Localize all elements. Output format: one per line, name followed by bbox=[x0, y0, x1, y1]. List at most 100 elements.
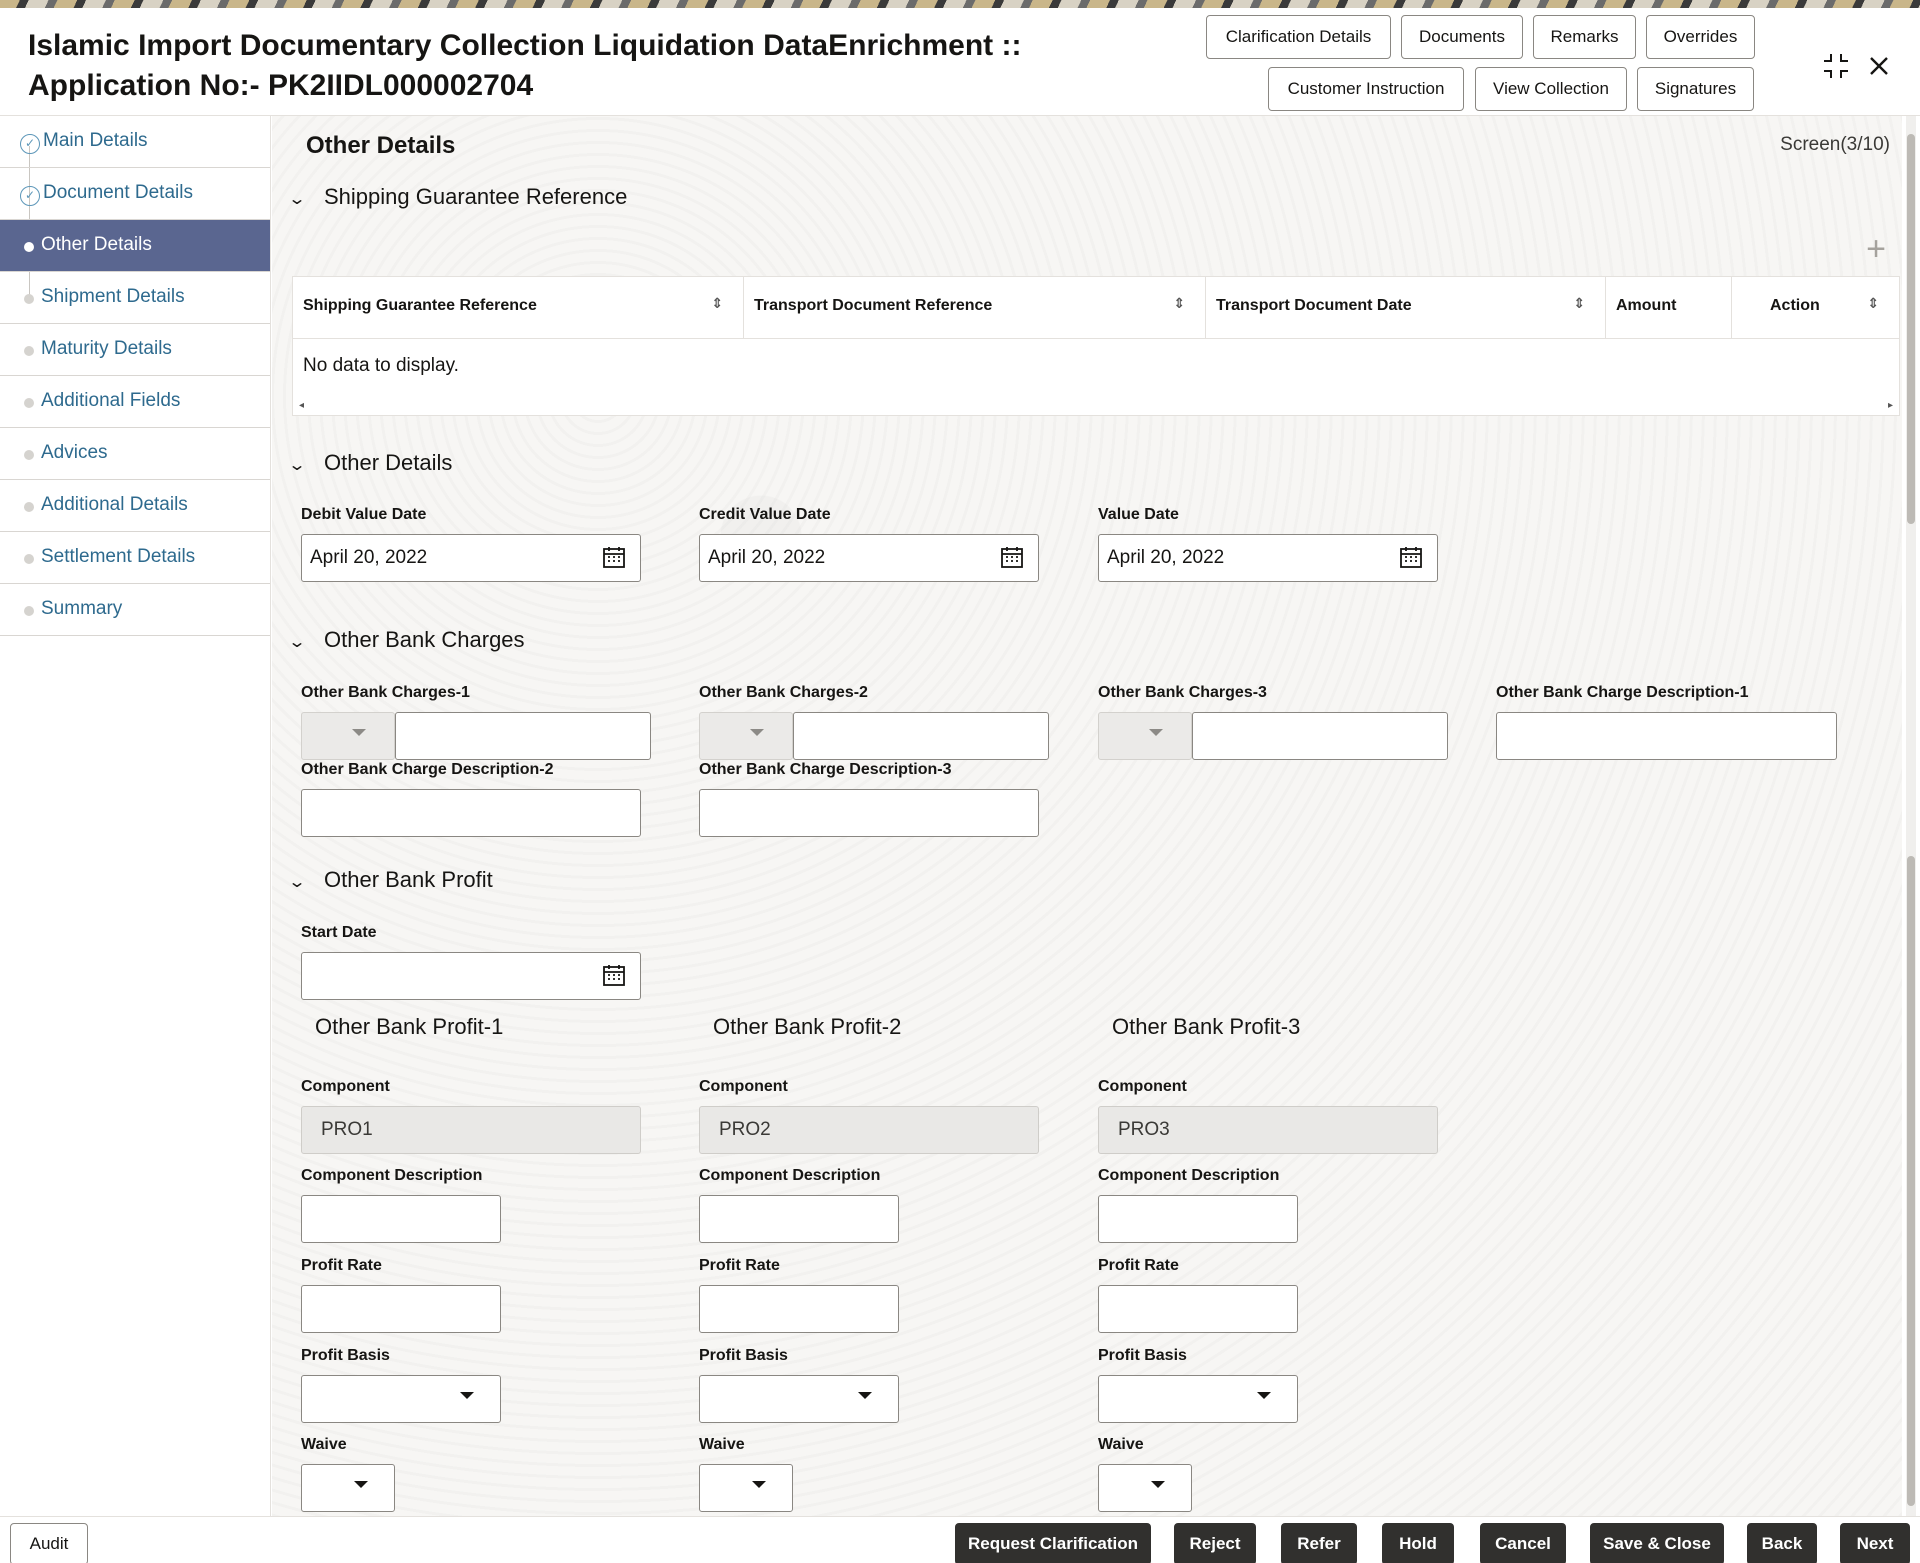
sidebar-item-label: Main Details bbox=[43, 130, 148, 151]
request-clarification-button[interactable]: Request Clarification bbox=[955, 1523, 1151, 1563]
other-bank-charges-1-input[interactable] bbox=[395, 712, 651, 760]
section-title: Other Details bbox=[324, 450, 453, 475]
component-2-field: PRO2 bbox=[699, 1106, 1039, 1154]
profit-basis-1-select[interactable] bbox=[301, 1375, 501, 1423]
cancel-button[interactable]: Cancel bbox=[1480, 1523, 1566, 1563]
other-bank-charges-2-input[interactable] bbox=[793, 712, 1049, 760]
column-header-action[interactable]: Action ⇕ bbox=[1732, 277, 1899, 339]
overrides-button[interactable]: Overrides bbox=[1646, 15, 1755, 59]
sidebar-item-advices[interactable]: Advices bbox=[0, 428, 270, 480]
sidebar-item-shipment-details[interactable]: Shipment Details bbox=[0, 272, 270, 324]
calendar-icon[interactable] bbox=[602, 963, 626, 987]
documents-button[interactable]: Documents bbox=[1401, 15, 1523, 59]
component-1-field: PRO1 bbox=[301, 1106, 641, 1154]
profit-basis-1-label: Profit Basis bbox=[301, 1347, 390, 1364]
back-button[interactable]: Back bbox=[1747, 1523, 1817, 1563]
sidebar-item-label: Shipment Details bbox=[41, 286, 185, 307]
vertical-scrollbar[interactable] bbox=[1906, 116, 1916, 1516]
waive-2-select[interactable] bbox=[699, 1464, 793, 1512]
customer-instruction-button[interactable]: Customer Instruction bbox=[1268, 67, 1464, 111]
scroll-left-icon[interactable]: ◂ bbox=[299, 400, 304, 411]
calendar-icon[interactable] bbox=[1000, 545, 1024, 569]
profit-rate-2-label: Profit Rate bbox=[699, 1257, 780, 1274]
signatures-button[interactable]: Signatures bbox=[1637, 67, 1754, 111]
sort-icon[interactable]: ⇕ bbox=[1173, 295, 1185, 312]
sidebar-item-other-details[interactable]: Other Details bbox=[0, 220, 270, 272]
chevron-down-icon bbox=[1257, 1392, 1271, 1399]
sort-icon[interactable]: ⇕ bbox=[711, 295, 723, 312]
sidebar-item-additional-details[interactable]: Additional Details bbox=[0, 480, 270, 532]
other-bank-charges-2-label: Other Bank Charges-2 bbox=[699, 684, 868, 701]
value-date-field[interactable]: April 20, 2022 bbox=[1098, 534, 1438, 582]
column-header-transport-document-reference[interactable]: Transport Document Reference ⇕ bbox=[744, 277, 1206, 339]
section-toggle-other-bank-charges[interactable]: ⌄ Other Bank Charges bbox=[288, 627, 525, 653]
next-button[interactable]: Next bbox=[1840, 1523, 1910, 1563]
waive-1-select[interactable] bbox=[301, 1464, 395, 1512]
chevron-down-icon: ⌄ bbox=[287, 634, 307, 651]
charge-description-3-input[interactable] bbox=[699, 789, 1039, 837]
other-bank-charges-3-input[interactable] bbox=[1192, 712, 1448, 760]
sidebar-item-summary[interactable]: Summary bbox=[0, 584, 270, 636]
sidebar-item-maturity-details[interactable]: Maturity Details bbox=[0, 324, 270, 376]
view-collection-button[interactable]: View Collection bbox=[1475, 67, 1627, 111]
component-description-2-input[interactable] bbox=[699, 1195, 899, 1243]
charge-description-2-input[interactable] bbox=[301, 789, 641, 837]
calendar-icon[interactable] bbox=[1399, 545, 1423, 569]
sidebar-item-label: Settlement Details bbox=[41, 546, 196, 567]
sidebar-item-main-details[interactable]: ✓ Main Details bbox=[0, 116, 270, 168]
sort-icon[interactable]: ⇕ bbox=[1867, 295, 1879, 312]
chevron-down-icon: ⌄ bbox=[287, 191, 307, 208]
sidebar-item-document-details[interactable]: ✓ Document Details bbox=[0, 168, 270, 220]
component-description-3-input[interactable] bbox=[1098, 1195, 1298, 1243]
refer-button[interactable]: Refer bbox=[1281, 1523, 1357, 1563]
section-title: Other Bank Charges bbox=[324, 627, 525, 652]
audit-button[interactable]: Audit bbox=[10, 1523, 88, 1563]
charge-description-1-input[interactable] bbox=[1496, 712, 1837, 760]
add-row-icon[interactable]: + bbox=[1858, 232, 1894, 268]
calendar-icon[interactable] bbox=[602, 545, 626, 569]
close-icon[interactable] bbox=[1863, 50, 1895, 82]
sidebar-item-settlement-details[interactable]: Settlement Details bbox=[0, 532, 270, 584]
section-toggle-other-bank-profit[interactable]: ⌄ Other Bank Profit bbox=[288, 867, 493, 893]
column-header-transport-document-date[interactable]: Transport Document Date ⇕ bbox=[1206, 277, 1606, 339]
hold-button[interactable]: Hold bbox=[1382, 1523, 1454, 1563]
section-toggle-other-details[interactable]: ⌄ Other Details bbox=[288, 450, 453, 476]
profit-rate-2-input[interactable] bbox=[699, 1285, 899, 1333]
debit-value-date-field[interactable]: April 20, 2022 bbox=[301, 534, 641, 582]
column-header-amount[interactable]: Amount bbox=[1606, 277, 1732, 339]
save-and-close-button[interactable]: Save & Close bbox=[1590, 1523, 1724, 1563]
chevron-down-icon bbox=[1151, 1481, 1165, 1488]
sort-icon[interactable]: ⇕ bbox=[1573, 295, 1585, 312]
sidebar-item-additional-fields[interactable]: Additional Fields bbox=[0, 376, 270, 428]
debit-value-date-label: Debit Value Date bbox=[301, 506, 427, 523]
field-value: April 20, 2022 bbox=[1107, 547, 1225, 568]
section-toggle-shipping-guarantee[interactable]: ⌄ Shipping Guarantee Reference bbox=[288, 184, 628, 210]
profit-basis-3-select[interactable] bbox=[1098, 1375, 1298, 1423]
component-1-label: Component bbox=[301, 1078, 390, 1095]
waive-3-select[interactable] bbox=[1098, 1464, 1192, 1512]
chevron-down-icon bbox=[352, 729, 366, 736]
scrollbar-thumb[interactable] bbox=[1907, 134, 1915, 524]
column-header-shipping-guarantee-reference[interactable]: Shipping Guarantee Reference ⇕ bbox=[293, 277, 744, 339]
status-dot-icon bbox=[24, 502, 34, 512]
profit-rate-3-input[interactable] bbox=[1098, 1285, 1298, 1333]
reject-button[interactable]: Reject bbox=[1174, 1523, 1256, 1563]
chevron-down-icon: ⌄ bbox=[287, 457, 307, 474]
title-line-2: Application No:- PK2IIDL000002704 bbox=[28, 69, 534, 102]
profit-basis-2-select[interactable] bbox=[699, 1375, 899, 1423]
profit-rate-1-input[interactable] bbox=[301, 1285, 501, 1333]
collapse-icon[interactable] bbox=[1820, 50, 1852, 82]
clarification-details-button[interactable]: Clarification Details bbox=[1206, 15, 1391, 59]
column-label: Action bbox=[1770, 297, 1820, 314]
credit-value-date-field[interactable]: April 20, 2022 bbox=[699, 534, 1039, 582]
remarks-button[interactable]: Remarks bbox=[1533, 15, 1636, 59]
component-description-1-input[interactable] bbox=[301, 1195, 501, 1243]
status-dot-icon bbox=[24, 242, 34, 252]
chevron-down-icon bbox=[750, 729, 764, 736]
check-icon: ✓ bbox=[20, 186, 40, 206]
main-content: Other Details Screen(3/10) ⌄ Shipping Gua… bbox=[272, 116, 1902, 1516]
start-date-field[interactable] bbox=[301, 952, 641, 1000]
scroll-right-icon[interactable]: ▸ bbox=[1888, 400, 1893, 411]
sidebar-item-label: Maturity Details bbox=[41, 338, 172, 359]
scrollbar-thumb-lower[interactable] bbox=[1907, 856, 1915, 1506]
